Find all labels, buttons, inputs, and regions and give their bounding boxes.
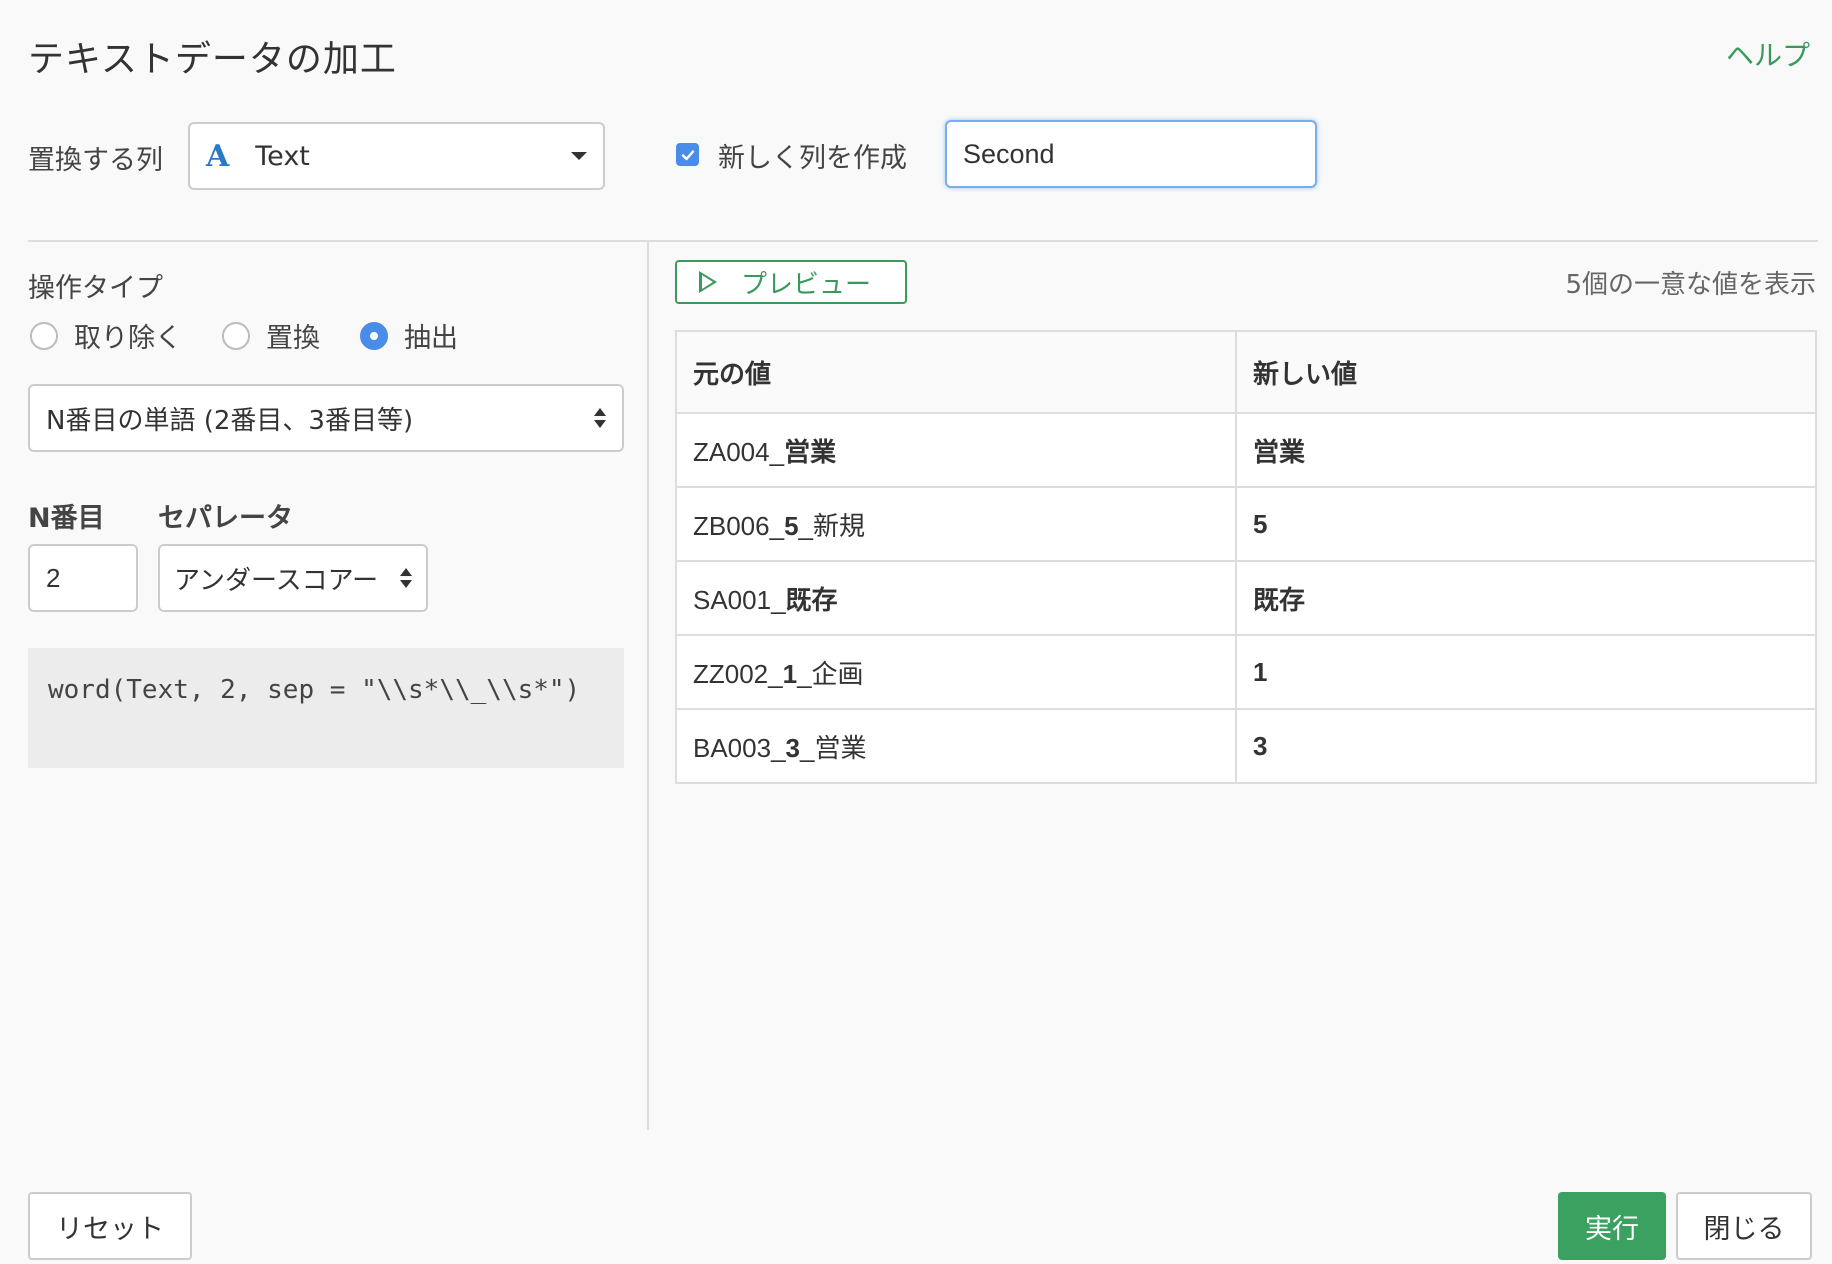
new-column-name-input[interactable]: [945, 120, 1317, 188]
updown-arrows-icon: [400, 568, 412, 588]
text-type-icon: A: [206, 138, 230, 174]
preview-table: 元の値 新しい値 ZA004_営業 営業 ZB006_5_新規 5 SA001_…: [675, 330, 1817, 784]
reset-button[interactable]: リセット: [28, 1192, 192, 1260]
separator-label: セパレータ: [158, 503, 293, 534]
table-row: ZZ002_1_企画 1: [675, 634, 1817, 710]
chevron-down-icon: [571, 152, 587, 160]
new-column-label: 新しく列を作成: [718, 143, 907, 174]
original-value-cell: ZB006_5_新規: [675, 486, 1237, 562]
radio-circle: [360, 321, 388, 350]
original-value-cell: ZZ002_1_企画: [675, 634, 1237, 710]
new-value-cell: 既存: [1235, 560, 1817, 636]
table-row: BA003_3_営業 3: [675, 708, 1817, 784]
original-value-cell: SA001_既存: [675, 560, 1237, 636]
divider-vertical: [647, 242, 649, 1130]
new-value-cell: 営業: [1235, 412, 1817, 488]
nth-label: N番目: [28, 503, 105, 534]
dialog-title: テキストデータの加工: [28, 39, 397, 80]
radio-replace-label: 置換: [266, 323, 320, 354]
table-header-row: 元の値 新しい値: [675, 330, 1817, 414]
generated-code: word(Text, 2, sep = "\\s*\\_\\s*"): [28, 648, 624, 768]
help-link[interactable]: ヘルプ: [1726, 34, 1810, 74]
new-value-cell: 3: [1235, 708, 1817, 784]
header-original-value: 元の値: [675, 330, 1237, 414]
unique-count-text: 5個の一意な値を表示: [1565, 270, 1816, 300]
table-row: ZB006_5_新規 5: [675, 486, 1817, 562]
radio-circle: [30, 321, 58, 350]
radio-remove-label: 取り除く: [74, 323, 182, 354]
radio-replace[interactable]: 置換: [222, 316, 320, 355]
target-column-value: Text: [255, 140, 310, 172]
target-column-label: 置換する列: [28, 145, 163, 176]
radio-circle: [222, 321, 250, 350]
separator-value: アンダースコアー: [174, 565, 379, 596]
header-new-value: 新しい値: [1235, 330, 1817, 414]
radio-extract[interactable]: 抽出: [360, 316, 458, 355]
operation-type-radio-group: 取り除く 置換 抽出: [30, 316, 498, 355]
close-button[interactable]: 閉じる: [1676, 1192, 1812, 1260]
new-value-cell: 5: [1235, 486, 1817, 562]
table-row: SA001_既存 既存: [675, 560, 1817, 636]
extract-mode-value: N番目の単語 (2番目、3番目等): [46, 405, 414, 436]
operation-type-label: 操作タイプ: [28, 273, 163, 304]
run-button[interactable]: 実行: [1558, 1192, 1666, 1260]
separator-select[interactable]: アンダースコアー: [158, 544, 428, 612]
extract-mode-select[interactable]: N番目の単語 (2番目、3番目等): [28, 384, 624, 452]
new-value-cell: 1: [1235, 634, 1817, 710]
original-value-cell: ZA004_営業: [675, 412, 1237, 488]
table-row: ZA004_営業 営業: [675, 412, 1817, 488]
new-column-checkbox[interactable]: [676, 143, 699, 166]
nth-input[interactable]: [28, 544, 138, 612]
target-column-select[interactable]: A Text: [188, 122, 605, 190]
radio-remove[interactable]: 取り除く: [30, 316, 182, 355]
updown-arrows-icon: [594, 408, 606, 428]
check-icon: [681, 149, 694, 160]
divider-horizontal: [28, 240, 1818, 242]
play-icon: [699, 271, 717, 293]
preview-button[interactable]: プレビュー: [675, 260, 907, 304]
preview-button-label: プレビュー: [741, 269, 872, 300]
original-value-cell: BA003_3_営業: [675, 708, 1237, 784]
radio-extract-label: 抽出: [404, 323, 458, 354]
